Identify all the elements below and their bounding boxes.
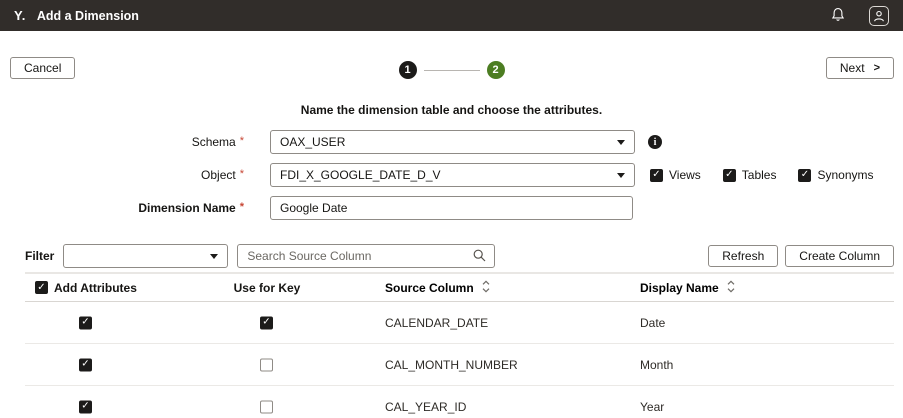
table-toolbar: Filter Refresh Create Column xyxy=(25,244,894,268)
wizard-instruction: Name the dimension table and choose the … xyxy=(0,103,903,117)
chevron-right-icon: > xyxy=(874,62,880,74)
topbar: Y. Add a Dimension xyxy=(0,0,903,31)
search-source-column-input[interactable] xyxy=(237,244,495,268)
add-attribute-checkbox[interactable] xyxy=(79,400,92,413)
add-attribute-checkbox[interactable] xyxy=(79,358,92,371)
tables-checkbox xyxy=(723,169,736,182)
object-select[interactable]: FDI_X_GOOGLE_DATE_D_V xyxy=(270,163,635,187)
views-checkbox xyxy=(650,169,663,182)
use-for-key-header: Use for Key xyxy=(234,281,301,295)
source-column-cell: CALENDAR_DATE xyxy=(385,316,488,330)
required-asterisk: * xyxy=(240,135,244,147)
object-label: Object* xyxy=(0,168,244,182)
filter-label: Filter xyxy=(25,249,54,263)
views-label: Views xyxy=(669,168,701,182)
app-logo-icon: Y. xyxy=(14,8,26,23)
stepper-connector xyxy=(424,70,480,71)
page-title: Add a Dimension xyxy=(37,9,139,23)
next-button[interactable]: Next > xyxy=(826,57,894,79)
filter-select[interactable] xyxy=(63,244,228,268)
tables-label: Tables xyxy=(742,168,777,182)
display-name-sort-header[interactable]: Display Name xyxy=(640,280,735,296)
use-for-key-checkbox[interactable] xyxy=(260,400,273,413)
bell-icon xyxy=(831,7,845,25)
use-for-key-checkbox[interactable] xyxy=(260,316,273,329)
table-row: CAL_YEAR_ID Year xyxy=(25,386,894,418)
stepper: 1 2 xyxy=(0,61,903,79)
table-header-row: Add Attributes Use for Key Source Column… xyxy=(25,272,894,302)
object-select-value: FDI_X_GOOGLE_DATE_D_V xyxy=(280,168,441,182)
user-avatar-icon xyxy=(869,6,889,26)
add-attributes-header: Add Attributes xyxy=(54,281,137,295)
step-1-indicator[interactable]: 1 xyxy=(399,61,417,79)
synonyms-label: Synonyms xyxy=(817,168,873,182)
views-checkbox-option[interactable]: Views xyxy=(650,168,701,182)
attributes-table: Add Attributes Use for Key Source Column… xyxy=(25,272,894,418)
notifications-button[interactable] xyxy=(831,7,845,25)
add-attribute-checkbox[interactable] xyxy=(79,316,92,329)
next-button-label: Next xyxy=(840,61,865,75)
dimension-name-row: Dimension Name* xyxy=(0,196,903,220)
chevron-down-icon xyxy=(617,173,625,178)
display-name-cell: Month xyxy=(640,358,673,372)
sort-icon xyxy=(482,280,490,296)
user-menu-button[interactable] xyxy=(869,6,889,26)
info-icon[interactable]: i xyxy=(648,135,662,149)
source-column-cell: CAL_YEAR_ID xyxy=(385,400,466,414)
dimension-name-input[interactable] xyxy=(270,196,633,220)
sort-icon xyxy=(727,280,735,296)
display-name-cell: Date xyxy=(640,316,665,330)
search-icon xyxy=(473,249,486,265)
schema-select-value: OAX_USER xyxy=(280,135,345,149)
source-column-sort-header[interactable]: Source Column xyxy=(385,280,490,296)
synonyms-checkbox-option[interactable]: Synonyms xyxy=(798,168,873,182)
display-name-cell: Year xyxy=(640,400,664,414)
dimension-form: Schema* OAX_USER i Object* FDI_X_GOOGLE_… xyxy=(0,130,903,229)
tables-checkbox-option[interactable]: Tables xyxy=(723,168,777,182)
select-all-checkbox[interactable] xyxy=(35,281,48,294)
dimension-name-label: Dimension Name* xyxy=(0,201,244,215)
topbar-actions xyxy=(831,6,889,26)
required-asterisk: * xyxy=(240,168,244,180)
schema-select[interactable]: OAX_USER xyxy=(270,130,635,154)
object-row: Object* FDI_X_GOOGLE_DATE_D_V Views Tabl… xyxy=(0,163,903,187)
synonyms-checkbox xyxy=(798,169,811,182)
table-row: CAL_MONTH_NUMBER Month xyxy=(25,344,894,386)
chevron-down-icon xyxy=(210,254,218,259)
refresh-button[interactable]: Refresh xyxy=(708,245,778,267)
source-column-cell: CAL_MONTH_NUMBER xyxy=(385,358,518,372)
step-2-indicator[interactable]: 2 xyxy=(487,61,505,79)
schema-label: Schema* xyxy=(0,135,244,149)
create-column-button[interactable]: Create Column xyxy=(785,245,894,267)
chevron-down-icon xyxy=(617,140,625,145)
required-asterisk: * xyxy=(240,201,244,213)
use-for-key-checkbox[interactable] xyxy=(260,358,273,371)
schema-row: Schema* OAX_USER i xyxy=(0,130,903,154)
table-row: CALENDAR_DATE Date xyxy=(25,302,894,344)
object-type-filters: Views Tables Synonyms xyxy=(650,168,874,182)
